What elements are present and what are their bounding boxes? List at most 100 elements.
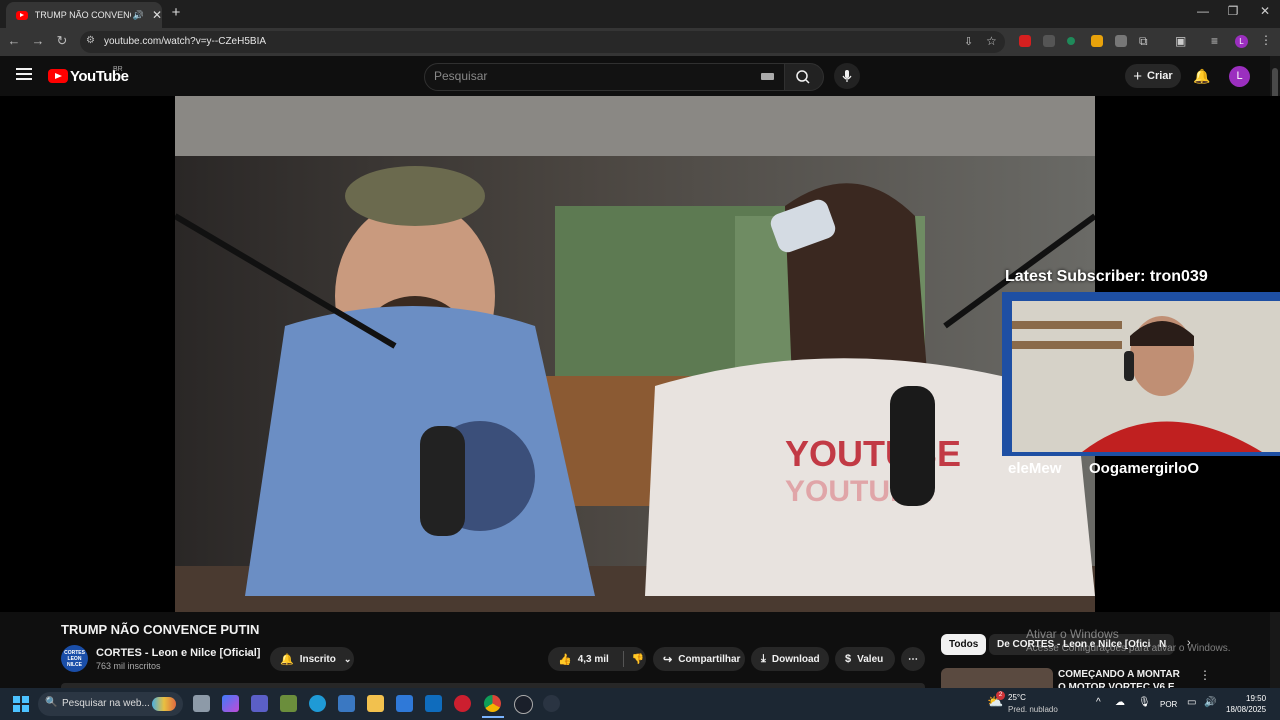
extension-yellow-icon[interactable]	[1091, 35, 1103, 47]
task-view-icon[interactable]	[193, 695, 210, 712]
more-horizontal-icon: ⋯	[908, 653, 918, 665]
suggested-more-icon[interactable]: ⋮	[1199, 668, 1211, 682]
extension-red-icon[interactable]	[1019, 35, 1031, 47]
browser-tab-strip	[0, 0, 1280, 28]
outlook-icon[interactable]	[425, 695, 442, 712]
extension-cloud-icon[interactable]	[1115, 35, 1127, 47]
clock-date: 18/08/2025	[1226, 705, 1267, 714]
overlay-name-right: OogamergirloO	[1089, 460, 1200, 477]
weather-temperature[interactable]: 25°C	[1008, 693, 1026, 702]
verified-check-icon: ✔	[245, 648, 253, 658]
like-divider	[622, 651, 624, 667]
thumbs-down-icon[interactable]: 👎	[632, 654, 644, 665]
address-url[interactable]: youtube.com/watch?v=y--CZeH5BIA	[104, 36, 266, 47]
onedrive-cloud-icon[interactable]: ☁	[1115, 697, 1125, 708]
video-frame[interactable]: YOUTUBE YOUTUBE	[175, 96, 1095, 612]
windows-start-icon[interactable]	[13, 696, 29, 712]
install-app-icon[interactable]: ⇩	[964, 35, 973, 48]
extension-green-icon[interactable]	[1067, 37, 1075, 45]
forward-button[interactable]: →	[28, 33, 48, 48]
subscribed-label: Inscrito	[299, 653, 336, 665]
input-language[interactable]: POR	[1160, 700, 1177, 709]
download-icon: ⤓	[761, 652, 766, 665]
obs-icon[interactable]	[514, 695, 533, 714]
chip-all[interactable]: Todos	[941, 634, 987, 655]
more-actions-button[interactable]: ⋯	[901, 647, 925, 671]
plus-icon: +	[1133, 67, 1143, 85]
side-panel-icon[interactable]: ▣	[1175, 34, 1186, 48]
latest-subscriber-overlay: Latest Subscriber: tron039	[1005, 268, 1208, 285]
back-button[interactable]: ←	[4, 33, 24, 48]
media-control-icon[interactable]: ≡	[1211, 34, 1218, 48]
volume-icon[interactable]: 🔊	[1204, 697, 1216, 708]
search-button[interactable]	[784, 63, 824, 91]
close-window-button[interactable]: ✕	[1250, 4, 1280, 18]
bell-icon: 🔔	[280, 653, 294, 666]
subscribed-button[interactable]: 🔔 Inscrito ⌄	[270, 647, 354, 671]
download-label: Download	[771, 653, 820, 665]
close-tab-icon[interactable]: ✕	[152, 8, 162, 22]
browser-tab-active[interactable]: TRUMP NÃO CONVENCE PUTIN 🔊 ✕	[6, 2, 162, 28]
file-explorer-icon[interactable]	[367, 695, 384, 712]
youtube-favicon-icon	[16, 10, 28, 20]
notifications-bell-icon[interactable]: 🔔	[1193, 68, 1210, 85]
channel-name[interactable]: CORTES - Leon e Nilce [Oficial]	[96, 647, 260, 659]
youtube-logo-icon[interactable]	[48, 69, 68, 83]
overlay-name-left: eleMew	[1008, 460, 1062, 477]
share-button[interactable]: ↪ Compartilhar	[653, 647, 745, 671]
extension-gray-icon[interactable]	[1043, 35, 1055, 47]
microsoft-store-icon[interactable]	[396, 695, 413, 712]
account-avatar[interactable]: L	[1229, 66, 1250, 87]
maximize-button[interactable]: ❐	[1218, 4, 1248, 18]
video-title: TRUMP NÃO CONVENCE PUTIN	[61, 622, 260, 637]
share-label: Compartilhar	[678, 653, 741, 665]
country-code: BR	[113, 66, 123, 73]
taskbar-search-placeholder: Pesquisar na web...	[62, 698, 150, 709]
clock-time: 19:50	[1246, 694, 1267, 703]
profile-avatar[interactable]: L	[1235, 35, 1248, 48]
reload-button[interactable]: ↻	[52, 33, 72, 49]
weather-description[interactable]: Pred. nublado	[1008, 705, 1058, 714]
windows-activation-message: Acesse Configurações para ativar o Windo…	[1026, 643, 1231, 654]
site-info-icon[interactable]: ⚙	[86, 35, 95, 46]
microphone-icon	[842, 70, 852, 82]
subscriber-count: 763 mil inscritos	[96, 661, 161, 671]
network-icon[interactable]: ▭	[1187, 697, 1196, 708]
search-icon	[796, 70, 810, 84]
channel-avatar[interactable]: CORTES LEON NILCE	[61, 645, 88, 672]
active-app-indicator	[482, 716, 504, 718]
chrome-icon[interactable]	[484, 695, 501, 712]
video-scene-image: YOUTUBE YOUTUBE	[175, 96, 1095, 612]
thumbs-up-icon: 👍	[558, 653, 572, 666]
chevron-down-icon: ⌄	[343, 653, 352, 664]
minecraft-icon[interactable]	[280, 695, 297, 712]
create-button[interactable]: + Criar	[1125, 64, 1181, 88]
search-highlight-icon	[152, 697, 176, 711]
new-tab-button[interactable]: +	[168, 5, 184, 21]
keyboard-icon[interactable]	[761, 73, 774, 80]
super-thanks-icon: $	[845, 653, 852, 665]
browser-menu-icon[interactable]: ⋮	[1260, 33, 1272, 47]
taskbar-clock[interactable]: 19:50 18/08/2025	[1226, 693, 1266, 715]
search-placeholder: Pesquisar	[434, 69, 488, 83]
microphone-tray-icon[interactable]: 🎙	[1138, 697, 1151, 708]
edge-icon[interactable]	[309, 695, 326, 712]
minimize-button[interactable]: —	[1188, 4, 1218, 18]
guide-menu-icon[interactable]	[16, 68, 32, 80]
speaker-icon[interactable]: 🔊	[133, 10, 144, 21]
bookmark-star-icon[interactable]: ☆	[986, 34, 997, 48]
tray-overflow-icon[interactable]: ^	[1096, 697, 1101, 708]
extensions-puzzle-icon[interactable]: ⧉	[1139, 34, 1148, 49]
thanks-button[interactable]: $ Valeu	[835, 647, 895, 671]
suggested-video-thumbnail[interactable]	[941, 668, 1053, 690]
copilot-icon[interactable]	[222, 695, 239, 712]
windows-taskbar	[0, 688, 1280, 720]
like-button[interactable]: 👍 4,3 mil 👎	[548, 647, 646, 671]
voice-search-button[interactable]	[834, 63, 860, 89]
calculator-icon[interactable]	[338, 695, 355, 712]
teams-icon[interactable]	[251, 695, 268, 712]
opera-icon[interactable]	[454, 695, 471, 712]
like-count: 4,3 mil	[577, 653, 609, 665]
steam-icon[interactable]	[543, 695, 560, 712]
download-button[interactable]: ⤓ Download	[751, 647, 829, 671]
